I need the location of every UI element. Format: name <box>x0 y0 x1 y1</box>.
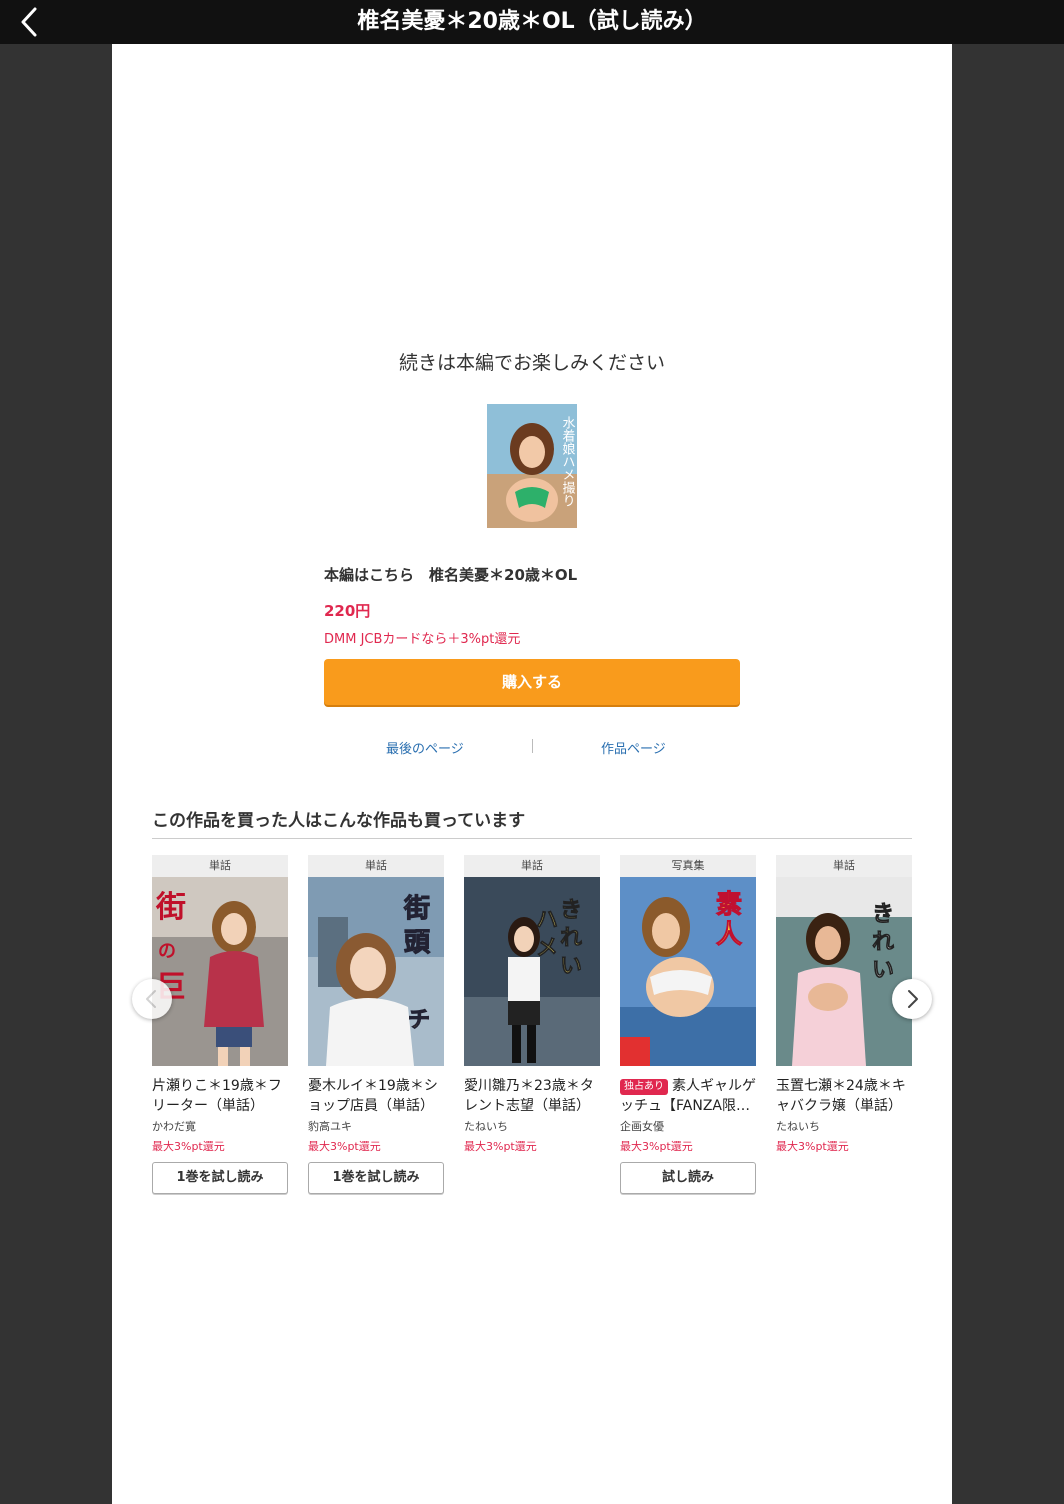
card-title[interactable]: 憂木ルイ＊19歳＊ショップ店員（単話） <box>308 1076 444 1116</box>
card-tag: 単話 <box>308 855 444 877</box>
card-cover[interactable]: 素 人 <box>620 877 756 1066</box>
svg-text:頭: 頭 <box>404 928 431 958</box>
trial-read-button[interactable]: 1巻を試し読み <box>308 1162 444 1194</box>
card-cover[interactable]: 街 の 巨 <box>152 877 288 1066</box>
svg-text:素: 素 <box>716 890 742 920</box>
card-points: 最大3%pt還元 <box>620 1140 693 1153</box>
chevron-left-icon <box>146 990 156 1008</box>
buy-button[interactable]: 購入する <box>324 659 740 705</box>
card-author[interactable]: 企画女優 <box>620 1118 756 1134</box>
svg-text:の: の <box>158 941 176 962</box>
svg-text:い: い <box>560 954 582 979</box>
trial-read-button[interactable]: 試し読み <box>620 1162 756 1194</box>
viewer-panel: 続きは本編でお楽しみください 水着娘ハメ撮り 本編はこちら 椎名美憂＊20歳＊O… <box>112 44 952 1504</box>
card-points: 最大3%pt還元 <box>776 1140 849 1153</box>
card-title-text: 愛川雛乃＊23歳＊タレント志望（単話） <box>464 1078 594 1114</box>
card-author[interactable]: かわだ寛 <box>152 1118 288 1134</box>
card-cover[interactable]: き れ い <box>776 877 912 1066</box>
card-title-text: 憂木ルイ＊19歳＊ショップ店員（単話） <box>308 1078 438 1114</box>
card-points: 最大3%pt還元 <box>308 1140 381 1153</box>
cover-title-text: 水着娘ハメ撮り <box>560 416 576 507</box>
svg-text:チ: チ <box>408 1008 430 1033</box>
svg-text:い: い <box>872 958 894 983</box>
svg-text:き: き <box>560 898 582 923</box>
card-tag: 単話 <box>464 855 600 877</box>
recommend-card[interactable]: 単話 街 頭 チ 憂木ルイ＊19歳＊ショップ店員（単話） 豹高ユキ 最大3%pt… <box>308 855 444 1194</box>
recommend-divider <box>152 838 912 839</box>
card-title-text: 片瀬りこ＊19歳＊フリーター（単話） <box>152 1078 282 1114</box>
card-points: 最大3%pt還元 <box>152 1140 225 1153</box>
card-title[interactable]: 玉置七瀬＊24歳＊キャバクラ嬢（単話） <box>776 1076 912 1116</box>
card-author[interactable]: たねいち <box>464 1118 600 1134</box>
svg-text:ハ: ハ <box>536 908 558 933</box>
trial-read-button[interactable]: 1巻を試し読み <box>152 1162 288 1194</box>
svg-text:れ: れ <box>560 926 582 951</box>
card-author[interactable]: 豹高ユキ <box>308 1118 444 1134</box>
chevron-right-icon <box>908 990 918 1008</box>
point-note: DMM JCBカードなら＋3%pt還元 <box>324 632 521 647</box>
card-points: 最大3%pt還元 <box>464 1140 537 1153</box>
link-divider <box>532 739 533 753</box>
end-message: 続きは本編でお楽しみください <box>398 352 665 374</box>
card-tag: 写真集 <box>620 855 756 877</box>
price: 220円 <box>324 602 371 620</box>
top-bar: 椎名美憂＊20歳＊OL（試し読み） <box>0 0 1064 44</box>
product-cover[interactable]: 水着娘ハメ撮り <box>487 404 577 528</box>
work-page-link[interactable]: 作品ページ <box>601 738 666 757</box>
svg-text:人: 人 <box>716 920 742 950</box>
card-title[interactable]: 独占あり 素人ギャルゲッチュ【FANZA限… <box>620 1076 756 1116</box>
card-cover[interactable]: き れ い ハ メ <box>464 877 600 1066</box>
recommend-card[interactable]: 単話 き れ い ハ メ 愛川雛乃＊23歳＊タレント志望（単話） たねいち 最大… <box>464 855 600 1154</box>
recommend-card[interactable]: 単話 街 の 巨 片瀬りこ＊19歳＊フリーター（単話） かわだ寛 最大3%pt還… <box>152 855 288 1194</box>
card-tag: 単話 <box>152 855 288 877</box>
last-page-link[interactable]: 最後のページ <box>386 738 464 757</box>
recommend-card[interactable]: 写真集 素 人 独占あり 素人ギャルゲッチュ【FANZA限… 企画女優 最大3%p… <box>620 855 756 1194</box>
svg-text:街: 街 <box>403 894 430 924</box>
page-title: 椎名美憂＊20歳＊OL（試し読み） <box>357 9 707 34</box>
svg-text:き: き <box>872 902 894 927</box>
svg-text:れ: れ <box>872 930 894 955</box>
card-title-text: 玉置七瀬＊24歳＊キャバクラ嬢（単話） <box>776 1078 906 1114</box>
product-cover-image: 水着娘ハメ撮り <box>487 404 577 528</box>
card-author[interactable]: たねいち <box>776 1118 912 1134</box>
recommend-title: この作品を買った人はこんな作品も買っています <box>152 811 526 831</box>
card-title[interactable]: 片瀬りこ＊19歳＊フリーター（単話） <box>152 1076 288 1116</box>
main-work-label: 本編はこちら 椎名美憂＊20歳＊OL <box>324 566 578 584</box>
card-title[interactable]: 愛川雛乃＊23歳＊タレント志望（単話） <box>464 1076 600 1116</box>
svg-text:メ: メ <box>536 936 558 961</box>
card-cover[interactable]: 街 頭 チ <box>308 877 444 1066</box>
svg-text:街: 街 <box>155 890 186 925</box>
exclusive-badge: 独占あり <box>620 1079 668 1095</box>
card-tag: 単話 <box>776 855 912 877</box>
carousel-next-button[interactable] <box>892 979 932 1019</box>
carousel-prev-button[interactable] <box>132 979 172 1019</box>
